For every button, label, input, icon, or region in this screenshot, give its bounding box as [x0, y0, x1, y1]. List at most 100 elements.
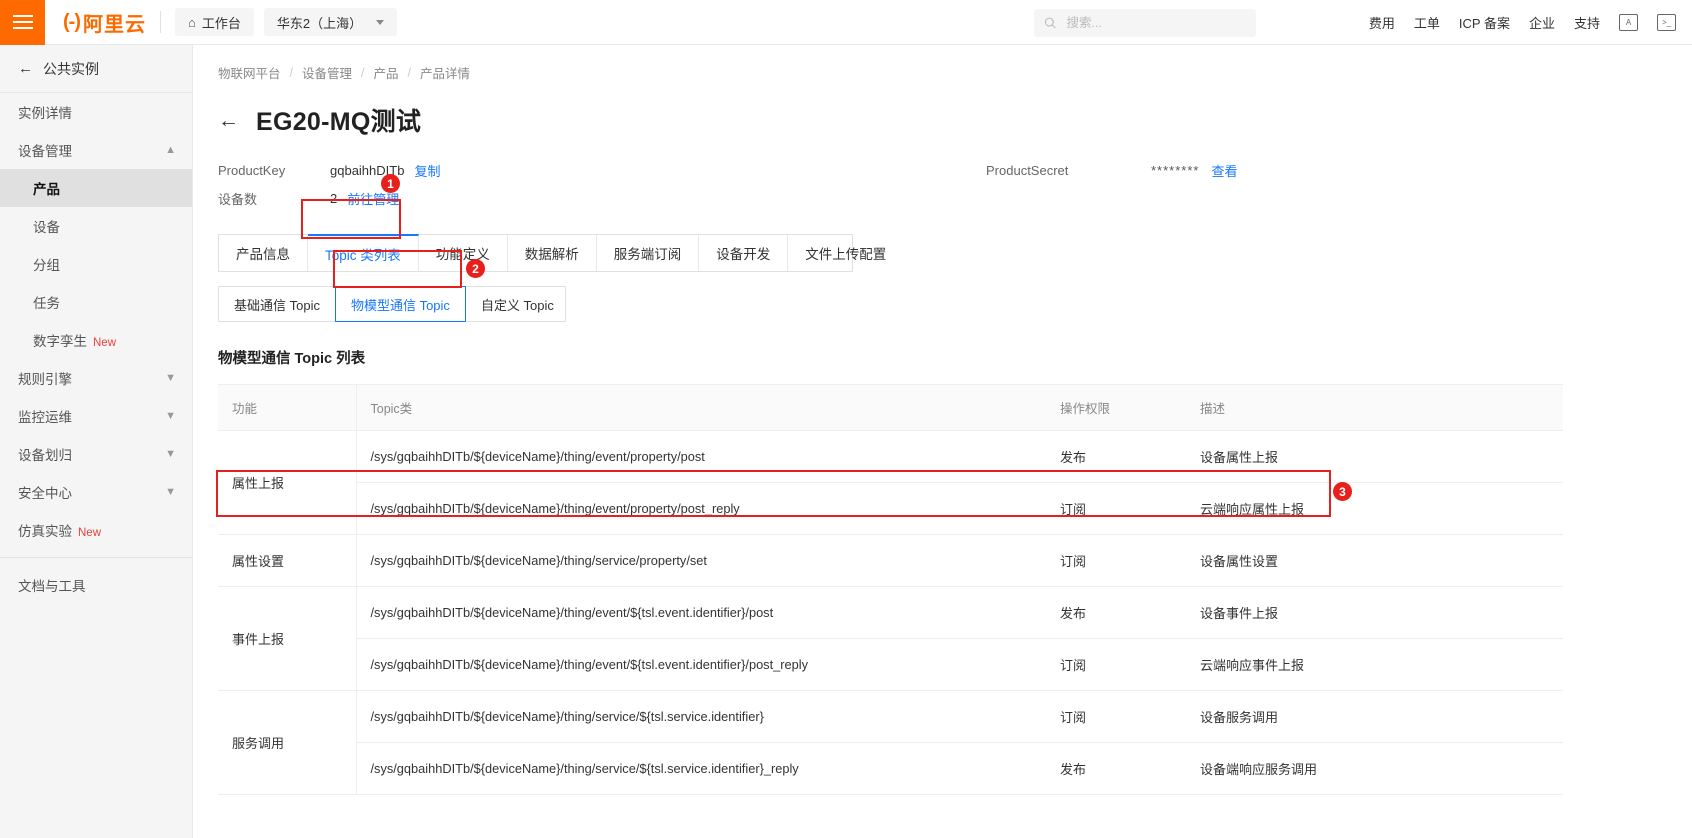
tab-data-parsing[interactable]: 数据解析: [508, 235, 597, 271]
sidebar-item-label: 安全中心: [18, 486, 72, 501]
logo-mark-icon: (-): [63, 10, 81, 33]
cell-topic: /sys/gqbaihhDITb/${deviceName}/thing/eve…: [356, 482, 1046, 535]
new-tag: New: [78, 527, 102, 539]
subtab-basic-communication-topic[interactable]: 基础通信 Topic: [219, 287, 335, 321]
product-secret-label: ProductSecret: [986, 162, 1069, 178]
region-label: 华东2（上海）: [276, 15, 363, 31]
tab-function-definition[interactable]: 功能定义: [419, 235, 508, 271]
aliyun-logo[interactable]: (-) 阿里云: [63, 0, 146, 45]
sidebar-item-docs-and-tools[interactable]: 文档与工具: [0, 566, 192, 604]
sidebar-item-device-assignment[interactable]: 设备划归 ▼: [0, 435, 192, 473]
sidebar-item-security-center[interactable]: 安全中心 ▼: [0, 473, 192, 511]
cell-permission: 订阅: [1046, 690, 1186, 743]
cell-description: 云端响应事件上报: [1186, 638, 1563, 691]
cell-description: 设备属性设置: [1186, 534, 1563, 587]
workbench-button[interactable]: ⌂ 工作台: [174, 8, 254, 36]
chevron-down-icon: ▼: [165, 486, 176, 498]
sidebar-item-label: 监控运维: [18, 410, 72, 425]
tab-file-upload-config[interactable]: 文件上传配置: [788, 235, 903, 271]
logo-text: 阿里云: [82, 13, 146, 36]
app-icon[interactable]: A: [1619, 14, 1638, 31]
tab-product-info[interactable]: 产品信息: [219, 235, 308, 271]
terminal-icon[interactable]: >_: [1657, 14, 1676, 31]
breadcrumb-item-device-management[interactable]: 设备管理: [302, 63, 352, 82]
cell-permission: 订阅: [1046, 534, 1186, 587]
sidebar: ← 公共实例 实例详情 设备管理 ▲ 产品 设备 分组 任务 数字孪生 New 规…: [0, 45, 193, 838]
sidebar-item-wrap: 数字孪生 New: [33, 330, 116, 350]
breadcrumb-separator: /: [407, 65, 411, 80]
header-link-icp[interactable]: ICP 备案: [1459, 13, 1510, 32]
page-title-row: ← EG20-MQ测试: [218, 102, 1692, 138]
top-header-bar: (-) 阿里云 ⌂ 工作台 华东2（上海） 费用 工单 ICP 备案 企业 支持…: [0, 0, 1692, 45]
copy-product-key-button[interactable]: 复制: [414, 161, 440, 180]
chevron-down-icon: ▼: [165, 372, 176, 384]
cell-topic: /sys/gqbaihhDITb/${deviceName}/thing/eve…: [356, 430, 1046, 483]
sidebar-item-label: 实例详情: [18, 106, 72, 121]
sidebar-item-monitoring-ops[interactable]: 监控运维 ▼: [0, 397, 192, 435]
header-divider: [159, 11, 161, 33]
topic-subtabs: 基础通信 Topic 物模型通信 Topic 自定义 Topic: [218, 286, 566, 322]
annotation-marker-1: 1: [381, 174, 400, 193]
arrow-left-icon: ←: [18, 60, 33, 77]
topic-table: 功能 Topic类 操作权限 描述 属性上报 /sys/gqbaihhDITb/…: [218, 384, 1563, 795]
breadcrumb-item-iot-platform[interactable]: 物联网平台: [218, 63, 281, 82]
sidebar-item-device-management[interactable]: 设备管理 ▲: [0, 131, 192, 169]
sidebar-item-simulation-lab[interactable]: 仿真实验 New: [0, 511, 192, 549]
chevron-down-icon: ▼: [165, 410, 176, 422]
header-link-enterprise[interactable]: 企业: [1529, 13, 1555, 32]
chevron-down-icon: [376, 19, 385, 25]
sidebar-item-label: 设备划归: [18, 448, 72, 463]
sidebar-item-label: 任务: [33, 296, 60, 311]
annotation-marker-2: 2: [466, 259, 485, 278]
subtab-tsl-communication-topic[interactable]: 物模型通信 Topic: [334, 286, 466, 322]
search-icon: [1044, 17, 1056, 29]
cell-topic: /sys/gqbaihhDITb/${deviceName}/thing/ser…: [356, 534, 1046, 587]
back-arrow-icon[interactable]: ←: [218, 110, 239, 131]
sidebar-item-products[interactable]: 产品: [0, 169, 192, 207]
hamburger-icon[interactable]: [0, 0, 45, 45]
sidebar-item-digital-twin[interactable]: 数字孪生 New: [0, 321, 192, 359]
sidebar-item-label: 规则引擎: [18, 372, 72, 387]
header-link-ticket[interactable]: 工单: [1414, 13, 1440, 32]
sidebar-item-tasks[interactable]: 任务: [0, 283, 192, 321]
device-count-label: 设备数: [218, 191, 258, 207]
sidebar-item-rule-engine[interactable]: 规则引擎 ▼: [0, 359, 192, 397]
sidebar-item-label: 分组: [33, 258, 60, 273]
cell-topic: /sys/gqbaihhDITb/${deviceName}/thing/ser…: [356, 742, 1046, 795]
tab-topic-list[interactable]: Topic 类列表: [308, 234, 419, 272]
sidebar-item-wrap: 仿真实验 New: [18, 520, 101, 540]
cell-permission: 订阅: [1046, 482, 1186, 535]
cell-description: 设备属性上报: [1186, 430, 1563, 483]
header-link-support[interactable]: 支持: [1574, 13, 1600, 32]
sidebar-item-devices[interactable]: 设备: [0, 207, 192, 245]
sidebar-item-groups[interactable]: 分组: [0, 245, 192, 283]
cell-description: 云端响应属性上报: [1186, 482, 1563, 535]
breadcrumb-item-products[interactable]: 产品: [374, 63, 399, 82]
cell-permission: 发布: [1046, 586, 1186, 639]
cell-function: 属性上报: [218, 430, 357, 535]
sidebar-item-instance-detail[interactable]: 实例详情: [0, 93, 192, 131]
page-title: EG20-MQ测试: [256, 108, 422, 136]
cell-permission: 订阅: [1046, 638, 1186, 691]
cell-function: 事件上报: [218, 586, 357, 691]
sidebar-item-label: 数字孪生: [33, 334, 87, 349]
breadcrumb: 物联网平台 / 设备管理 / 产品 / 产品详情: [218, 63, 1692, 82]
workbench-label: 工作台: [201, 15, 241, 31]
search-box[interactable]: [1034, 9, 1256, 37]
device-count-value: 2: [330, 190, 338, 206]
view-product-secret-button[interactable]: 查看: [1211, 161, 1237, 180]
table-row: /sys/gqbaihhDITb/${deviceName}/thing/eve…: [218, 482, 1563, 535]
subtab-custom-topic[interactable]: 自定义 Topic: [466, 287, 569, 321]
tab-server-subscription[interactable]: 服务端订阅: [597, 235, 700, 271]
table-row: 属性上报 /sys/gqbaihhDITb/${deviceName}/thin…: [218, 430, 1563, 535]
header-link-fee[interactable]: 费用: [1369, 13, 1395, 32]
tab-device-development[interactable]: 设备开发: [699, 235, 789, 271]
region-selector[interactable]: 华东2（上海）: [263, 8, 398, 36]
cell-function: 属性设置: [218, 534, 357, 587]
cell-description: 设备服务调用: [1186, 690, 1563, 743]
section-title: 物模型通信 Topic 列表: [218, 351, 366, 367]
product-tabs: 产品信息 Topic 类列表 功能定义 数据解析 服务端订阅 设备开发 文件上传…: [218, 234, 886, 272]
sidebar-back-public-instance[interactable]: ← 公共实例: [0, 45, 192, 93]
table-row: 事件上报 /sys/gqbaihhDITb/${deviceName}/thin…: [218, 586, 1563, 691]
search-input[interactable]: [1064, 15, 1246, 31]
